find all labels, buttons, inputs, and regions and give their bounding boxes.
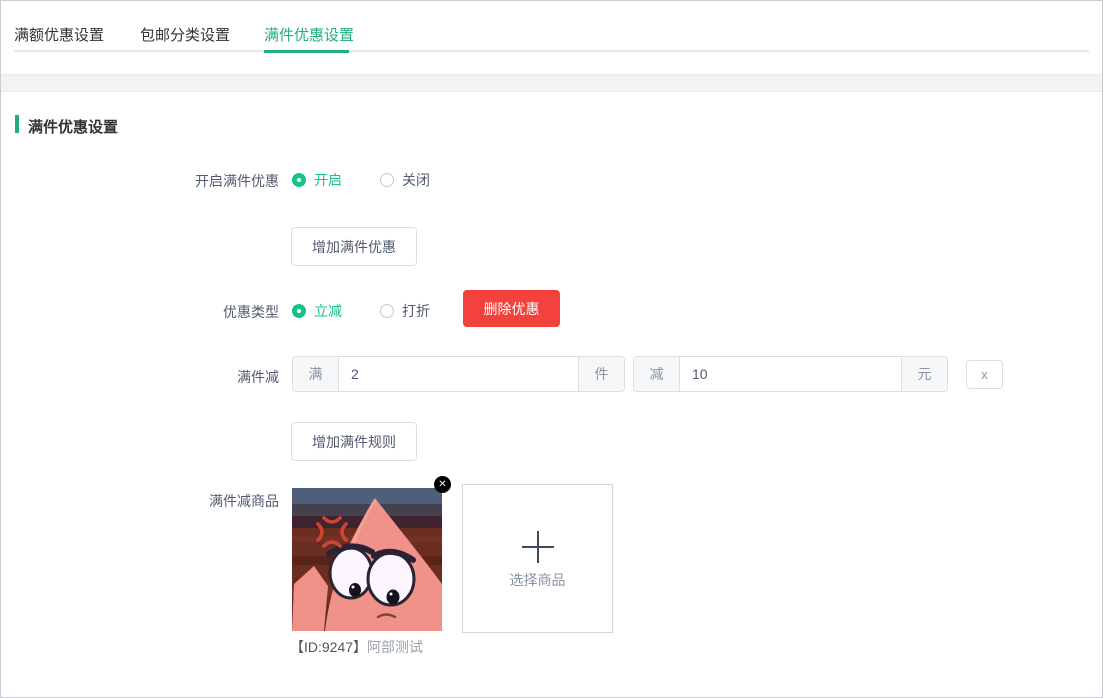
qty-prefix: 满 <box>293 357 339 391</box>
tab-full-piece-discount[interactable]: 满件优惠设置 <box>264 24 354 45</box>
product-image <box>292 488 442 631</box>
tab-free-shipping-category[interactable]: 包邮分类设置 <box>140 24 230 45</box>
product-id: 【ID:9247】 <box>290 639 368 655</box>
add-rule-button[interactable]: 增加满件规则 <box>291 422 417 461</box>
radio-on-icon <box>292 173 306 187</box>
discount-type-radio-group: 立减 打折 <box>292 301 430 321</box>
qty-input-group: 满 件 <box>292 356 625 392</box>
radio-enable-off[interactable]: 关闭 <box>380 170 430 190</box>
plus-icon <box>521 530 554 563</box>
radio-reduce-icon <box>292 304 306 318</box>
products-label: 满件减商品 <box>209 493 279 509</box>
amount-suffix: 元 <box>901 357 947 391</box>
discount-type-label: 优惠类型 <box>223 304 279 320</box>
discount-settings-page: 满额优惠设置 包邮分类设置 满件优惠设置 满件优惠设置 开启满件优惠 开启 关闭… <box>0 0 1103 698</box>
radio-off-icon <box>380 173 394 187</box>
tab-track <box>14 50 1089 52</box>
tab-bar: 满额优惠设置 包邮分类设置 满件优惠设置 <box>1 1 1102 74</box>
section-divider <box>1 74 1102 92</box>
enable-discount-radio-group: 开启 关闭 <box>292 170 430 190</box>
radio-off-label: 关闭 <box>402 172 430 188</box>
radio-enable-on[interactable]: 开启 <box>292 170 342 190</box>
amount-prefix: 减 <box>634 357 680 391</box>
amount-input[interactable] <box>680 357 901 391</box>
qty-suffix: 件 <box>578 357 624 391</box>
select-product-button[interactable]: 选择商品 <box>462 484 613 633</box>
tab-full-amount-discount[interactable]: 满额优惠设置 <box>14 24 104 45</box>
select-product-label: 选择商品 <box>509 571 566 588</box>
section-title: 满件优惠设置 <box>28 119 119 136</box>
enable-discount-label: 开启满件优惠 <box>195 173 279 189</box>
radio-type-discount[interactable]: 打折 <box>380 301 430 321</box>
radio-on-label: 开启 <box>314 172 342 188</box>
radio-reduce-label: 立减 <box>314 303 342 319</box>
qty-input[interactable] <box>339 357 578 391</box>
add-discount-button[interactable]: 增加满件优惠 <box>291 227 417 266</box>
radio-discount-icon <box>380 304 394 318</box>
radio-discount-label: 打折 <box>402 303 430 319</box>
rule-label: 满件减 <box>237 369 279 385</box>
radio-type-reduce[interactable]: 立减 <box>292 301 342 321</box>
section-accent-bar <box>15 115 19 133</box>
product-caption: 【ID:9247】阿部测试 <box>290 637 460 657</box>
amount-input-group: 减 元 <box>633 356 948 392</box>
product-name: 阿部测试 <box>367 639 424 655</box>
delete-discount-button[interactable]: 删除优惠 <box>463 290 560 327</box>
active-tab-underline <box>264 50 349 53</box>
remove-rule-button[interactable]: x <box>966 360 1003 389</box>
remove-product-icon[interactable]: ✕ <box>434 476 451 493</box>
